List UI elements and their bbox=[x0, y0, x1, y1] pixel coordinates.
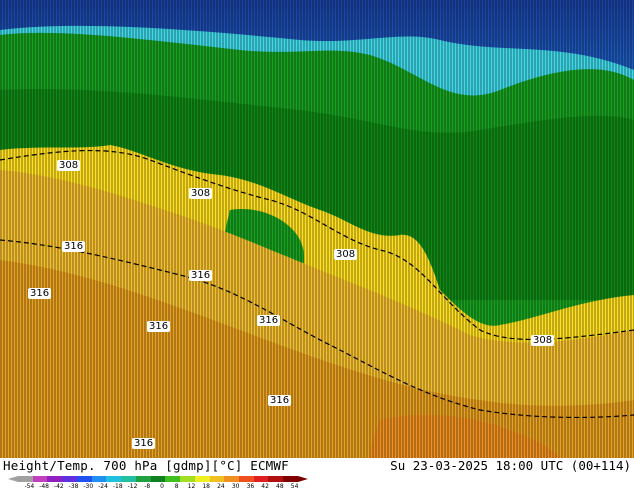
colorbar-swatch bbox=[224, 476, 240, 482]
colorbar-swatch bbox=[209, 476, 225, 482]
colorbar-swatch bbox=[106, 476, 122, 482]
colorbar-tick: -18 bbox=[112, 483, 123, 490]
colorbar-swatch bbox=[76, 476, 92, 482]
colorbar-swatch bbox=[91, 476, 107, 482]
colorbar-tick: 24 bbox=[217, 483, 225, 490]
colorbar-tick: 48 bbox=[276, 483, 284, 490]
contour-label: 316 bbox=[28, 288, 52, 299]
colorbar-swatch bbox=[165, 476, 181, 482]
contour-label: 316 bbox=[257, 315, 281, 326]
colorbar-right-arrow bbox=[298, 476, 308, 482]
map-title: Height/Temp. 700 hPa [gdmp][°C] ECMWF bbox=[3, 458, 289, 473]
contour-label: 316 bbox=[147, 321, 171, 332]
colorbar-tick: 8 bbox=[174, 483, 179, 490]
colorbar-tick: -42 bbox=[53, 483, 64, 490]
colorbar-swatch bbox=[194, 476, 210, 482]
contour-label: 308 bbox=[189, 188, 213, 199]
colorbar-swatch bbox=[135, 476, 151, 482]
colorbar-tick: 18 bbox=[202, 483, 210, 490]
colorbar-tick: -54 bbox=[24, 483, 35, 490]
colorbar-swatch bbox=[62, 476, 77, 482]
colorbar-swatch bbox=[32, 476, 48, 482]
colorbar-swatch bbox=[283, 476, 298, 482]
colorbar-swatch bbox=[268, 476, 284, 482]
contour-label: 308 bbox=[57, 160, 81, 171]
colorbar-tick: 54 bbox=[290, 483, 299, 490]
colorbar-tick: 36 bbox=[246, 483, 255, 490]
colorbar-tick: 12 bbox=[187, 483, 196, 490]
contour-label: 316 bbox=[268, 395, 292, 406]
contour-label: 316 bbox=[62, 241, 86, 252]
temperature-field bbox=[0, 0, 634, 458]
colorbar-swatch bbox=[239, 476, 254, 482]
colorbar-swatch bbox=[150, 476, 166, 482]
colorbar-swatch bbox=[121, 476, 136, 482]
colorbar-tick: -48 bbox=[39, 483, 49, 490]
colorbar-tick: -30 bbox=[83, 483, 94, 490]
weather-map: 308 308 316 316 316 316 308 316 308 316 … bbox=[0, 0, 634, 458]
temperature-colorbar bbox=[18, 476, 298, 482]
colorbar-tick: 42 bbox=[261, 483, 269, 490]
colorbar-tick: -24 bbox=[98, 483, 108, 490]
colorbar-tick: -8 bbox=[144, 483, 151, 490]
wind-barb-hatching bbox=[0, 0, 634, 458]
contour-label: 308 bbox=[334, 249, 358, 260]
forecast-timestamp: Su 23-03-2025 18:00 UTC (00+114) bbox=[390, 458, 631, 473]
colorbar-left-arrow bbox=[8, 476, 18, 482]
contour-label: 316 bbox=[189, 270, 213, 281]
contour-label: 308 bbox=[531, 335, 555, 346]
colorbar-tick: 0 bbox=[160, 483, 164, 490]
colorbar-tick: 30 bbox=[231, 483, 240, 490]
colorbar-tick-labels: -54 -48 -42 -38 -30 -24 -18 -12 -8 0 8 12 18 24 30 36 42… bbox=[22, 483, 302, 490]
colorbar-tick: -12 bbox=[127, 483, 138, 490]
contour-label: 316 bbox=[132, 438, 156, 449]
colorbar-swatch bbox=[18, 476, 33, 482]
colorbar-swatch bbox=[47, 476, 63, 482]
colorbar-swatch bbox=[253, 476, 269, 482]
colorbar-tick: -38 bbox=[68, 483, 79, 490]
colorbar-swatch bbox=[180, 476, 195, 482]
